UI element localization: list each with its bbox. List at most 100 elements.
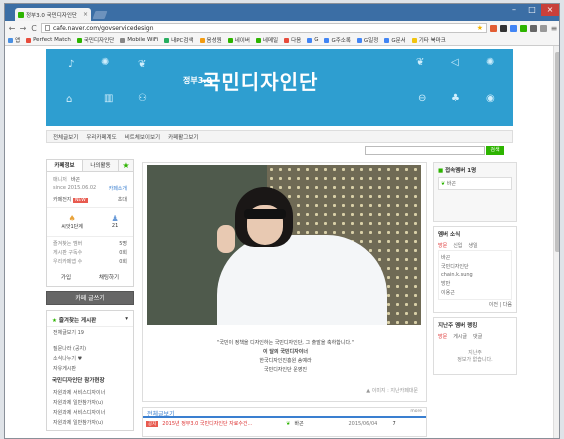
- post-author[interactable]: 바곤: [294, 420, 344, 427]
- bookmark-icon: [227, 37, 233, 43]
- minimize-button[interactable]: –: [505, 4, 523, 16]
- connected-title: 접속멤버 1명: [445, 168, 477, 174]
- scrollbar-thumb[interactable]: [555, 52, 559, 252]
- cafe-search-input[interactable]: [365, 146, 485, 155]
- close-window-button[interactable]: ×: [541, 4, 559, 16]
- new-tab-button[interactable]: [92, 11, 108, 19]
- bookmark-item[interactable]: 내PC검색: [164, 36, 194, 44]
- board-more-link[interactable]: more: [410, 409, 422, 415]
- extension-icon[interactable]: [490, 24, 497, 32]
- extension-icon[interactable]: [540, 24, 547, 32]
- bookmark-item[interactable]: G주소록: [324, 36, 351, 44]
- favorite-boards: ★ 즐겨찾는 게시판 ▾ 전체글보기 19 질문나라 (공지) 소식나누기 ♥ 자유게시…: [46, 310, 134, 431]
- bookmark-label: Mobile WiFi: [127, 37, 159, 43]
- section-board-item[interactable]: 자원과제 일반참가자(u): [47, 417, 133, 427]
- extension-icon[interactable]: [530, 24, 537, 32]
- extension-icon[interactable]: [520, 24, 527, 32]
- menu-item[interactable]: 우리카페계도: [86, 133, 116, 141]
- building-icon: ▥: [104, 93, 114, 104]
- collapse-icon[interactable]: ▾: [125, 316, 128, 324]
- section-board-item[interactable]: 자원과제 서비스디자이너: [47, 407, 133, 417]
- write-post-button[interactable]: 카페 글쓰기: [46, 291, 134, 305]
- bookmark-item[interactable]: G문서: [384, 36, 406, 44]
- left-sidebar: 카페정보 나의활동 ★ 매니저 바곤 since 2015.06.02 카페소개 카…: [46, 159, 134, 431]
- invite-link[interactable]: 초대: [118, 196, 127, 203]
- menu-item[interactable]: 카페활그보기: [168, 133, 198, 141]
- bookmark-item[interactable]: 네이버: [227, 36, 250, 44]
- quote-line: 한국디자인진흥원 송예라: [259, 358, 312, 364]
- bookmark-item[interactable]: 국민디자인단: [76, 36, 114, 44]
- back-button[interactable]: ←: [8, 24, 16, 33]
- news-tab[interactable]: 방문: [438, 243, 447, 249]
- ranking-tab[interactable]: 댓글: [473, 334, 482, 340]
- news-item[interactable]: 바곤: [441, 253, 509, 262]
- cafe-info-card: 카페정보 나의활동 ★ 매니저 바곤 since 2015.06.02 카페소개 카…: [46, 159, 134, 287]
- browser-tab[interactable]: 정부3.0 국민디자인단 ×: [15, 8, 91, 21]
- sun-icon: ✺: [101, 57, 110, 68]
- favorite-board-item[interactable]: 질문나라 (공지): [47, 343, 133, 353]
- bookmark-item[interactable]: 네메일: [255, 36, 278, 44]
- ranking-tab[interactable]: 방문: [438, 334, 447, 340]
- extension-icon[interactable]: [510, 24, 517, 32]
- star-icon: ★: [52, 318, 57, 324]
- new-badge: NEW: [73, 198, 88, 203]
- member-icon: ■: [438, 168, 444, 174]
- news-item[interactable]: 이용근: [441, 288, 509, 297]
- cafe-banner[interactable]: ♪ ✺ ❦ ⌂ ▥ ⚇ ❦ ◁ ✺ ⊖ ♣ ◉ 정부3.0 국민디자인단: [46, 49, 513, 126]
- megaphone-icon: ◁: [451, 57, 459, 68]
- tab-close-icon[interactable]: ×: [83, 11, 88, 18]
- post-title[interactable]: 2015년 정부3.0 국민디자인단 자료수건...: [162, 420, 282, 427]
- manager-name[interactable]: 바곤: [71, 176, 80, 183]
- menu-icon[interactable]: ≡: [550, 24, 558, 33]
- bookmark-item[interactable]: 앱: [8, 36, 20, 44]
- connected-member[interactable]: 바곤: [447, 181, 456, 187]
- bookmark-item[interactable]: G: [307, 37, 318, 43]
- since-text: since 2015.06.02: [53, 185, 97, 191]
- favorite-board-item[interactable]: 소식나누기 ♥: [47, 353, 133, 363]
- news-item[interactable]: 국민디자인단: [441, 262, 509, 271]
- quote-line: "국민이 정책을 디자인하는 국민디자인단, 그 출발을 축하합니다.": [217, 340, 354, 346]
- search-button[interactable]: 검색: [486, 146, 504, 155]
- maximize-button[interactable]: □: [523, 4, 541, 16]
- menu-item[interactable]: 전체글보기: [53, 133, 78, 141]
- forward-button[interactable]: →: [19, 24, 27, 33]
- bookmark-item[interactable]: G일정: [356, 36, 378, 44]
- news-pager[interactable]: 이전 | 다음: [438, 300, 512, 309]
- cafe-intro-link[interactable]: 카페소개: [109, 185, 127, 192]
- reload-button[interactable]: C: [30, 24, 38, 33]
- chat-button[interactable]: 채팅하기: [99, 273, 119, 281]
- ranking-tab[interactable]: 게시글: [453, 334, 467, 340]
- news-item[interactable]: chain.k.sung: [441, 271, 509, 279]
- bookmark-item[interactable]: 기타 북마크: [411, 36, 446, 44]
- bookmark-icon: [120, 37, 126, 43]
- bookmark-item[interactable]: 음성원: [199, 36, 222, 44]
- scrollbar[interactable]: [553, 46, 559, 438]
- tab-my-activity[interactable]: 나의활동: [83, 160, 119, 171]
- section-title: 국민디자인단 참가현장: [52, 378, 105, 384]
- address-bar[interactable]: cafe.naver.com/govservicedesign ★: [41, 23, 487, 33]
- section-board-item[interactable]: 자원과제 일반참가자(u): [47, 397, 133, 407]
- tab-cafe-info[interactable]: 카페정보: [47, 160, 83, 171]
- join-button[interactable]: 가입: [61, 273, 71, 281]
- banner-title: 국민디자인단: [202, 70, 319, 94]
- bookmark-item[interactable]: Perfect Match: [26, 37, 71, 43]
- members-block[interactable]: ♟ 21: [112, 214, 119, 230]
- news-item[interactable]: 방만: [441, 279, 509, 288]
- star-icon[interactable]: ★: [119, 160, 133, 171]
- news-tab[interactable]: 신입: [453, 243, 462, 249]
- title-bar: 정부3.0 국민디자인단 × – □ ×: [5, 4, 559, 21]
- favorite-board-item[interactable]: 자유게시판: [47, 363, 133, 373]
- extension-icon[interactable]: [500, 24, 507, 32]
- front-photo[interactable]: [147, 165, 421, 325]
- bookmark-icon: [324, 37, 330, 43]
- ranking-title: 지난주 멤버 랭킹: [438, 323, 478, 329]
- bookmark-item[interactable]: Mobile WiFi: [120, 37, 158, 43]
- news-tab[interactable]: 생일: [468, 243, 477, 249]
- table-row[interactable]: 공지 2015년 정부3.0 국민디자인단 자료수건... ❦ 바곤 2015/…: [143, 418, 426, 429]
- section-board-item[interactable]: 자원과제 서비스디자이너: [47, 387, 133, 397]
- favorite-board-item[interactable]: 전체글보기 19: [47, 327, 133, 337]
- bookmark-star-icon[interactable]: ★: [477, 24, 483, 32]
- menu-item[interactable]: 비트체보이보기: [125, 133, 160, 141]
- board-title[interactable]: 전체글보기: [147, 409, 175, 418]
- bookmark-item[interactable]: 다음: [284, 36, 301, 44]
